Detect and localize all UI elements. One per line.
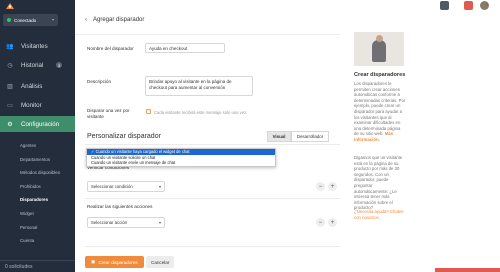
conditions-divider	[85, 198, 340, 199]
alert-icon[interactable]	[464, 1, 473, 10]
page-title: Agregar disparador	[93, 17, 145, 23]
section-divider	[85, 144, 340, 145]
sidebar-item-historial[interactable]: ◷ Historial 3	[0, 57, 75, 73]
help-text-2: Digamos que un visitante está en la pági…	[354, 155, 403, 211]
help-title: Crear disparadores	[354, 72, 406, 78]
logo-icon	[6, 3, 14, 9]
sidebar: Conectado ▾ 👥 Visitantes ◷ Historial 3 ▥…	[0, 0, 75, 272]
action-select[interactable]: Seleccionar acción ▾	[87, 217, 165, 228]
chevron-left-icon[interactable]: ‹	[85, 17, 87, 23]
gear-icon: ⚙	[7, 121, 13, 128]
footer-accent	[435, 268, 500, 272]
tab-visual[interactable]: Visual	[267, 131, 291, 142]
help-paragraph: Los disparadores le permiten crear accio…	[354, 81, 406, 137]
monitor-icon: ▭	[7, 102, 13, 109]
history-icon: ◷	[7, 62, 13, 69]
create-trigger-button[interactable]: ▣ Crear disparadores	[85, 256, 144, 268]
name-label: Nombre del disparador	[87, 46, 134, 51]
once-hint: Cada visitante recibirá este mensaje sol…	[154, 109, 248, 115]
sidebar-subitem-personal[interactable]: Personal	[20, 225, 37, 230]
dropdown-option[interactable]: Cuando un visitante envíe un mensaje de …	[87, 160, 275, 166]
sidebar-subitem-disparadores[interactable]: Disparadores	[20, 197, 48, 202]
once-label: Disparar una vez por visitante	[87, 108, 130, 119]
sidebar-item-label: Análisis	[21, 82, 43, 90]
sidebar-item-configuracion[interactable]: ⚙ Configuración	[0, 116, 75, 132]
count-badge: 3	[56, 62, 63, 68]
chevron-down-icon: ▾	[158, 184, 161, 189]
remove-condition-button[interactable]: −	[316, 182, 325, 191]
person-shape	[372, 40, 386, 62]
sidebar-subitem-metodos[interactable]: Métodos disponibles	[20, 170, 60, 175]
chevron-down-icon: ▾	[158, 220, 161, 225]
remove-action-button[interactable]: −	[316, 218, 325, 227]
help-illustration	[354, 32, 404, 66]
people-icon: 👥	[6, 43, 14, 50]
once-checkbox[interactable]	[146, 109, 151, 114]
sidebar-item-label: Configuración	[21, 120, 60, 128]
sidebar-item-label: Historial	[21, 61, 44, 69]
add-condition-button[interactable]: +	[328, 182, 337, 191]
sidebar-item-label: Monitor	[21, 101, 42, 109]
page-header: ‹ Agregar disparador	[85, 17, 144, 23]
description-textarea[interactable]: Brindar apoyo al visitante en la página …	[145, 76, 253, 96]
chart-icon: ▥	[7, 83, 13, 90]
add-action-button[interactable]: +	[328, 218, 337, 227]
requests-counter: 0 solicitudes	[0, 260, 75, 272]
create-trigger-label: Crear disparadores	[98, 259, 138, 265]
chat-help-link[interactable]: ¿Necesita ayuda? Chatee con nosotros.	[354, 209, 404, 220]
action-select-value: Seleccionar acción	[91, 220, 128, 225]
status-selector[interactable]: Conectado ▾	[3, 14, 58, 26]
chevron-down-icon: ▾	[51, 17, 54, 22]
main-panel: ‹ Agregar disparador Nombre del disparad…	[75, 12, 340, 272]
actions-divider	[85, 246, 340, 247]
sidebar-item-visitantes[interactable]: 👥 Visitantes	[0, 38, 75, 54]
sidebar-subitem-prohibidos[interactable]: Prohibidos	[20, 184, 41, 189]
sidebar-item-analisis[interactable]: ▥ Análisis	[0, 78, 75, 94]
trigger-dropdown: ✓ Cuando un visitante haya cargado el wi…	[86, 148, 276, 167]
notification-icon[interactable]	[440, 1, 449, 10]
header-divider	[75, 34, 340, 35]
section-title: Personalizar disparador	[87, 133, 161, 140]
sidebar-subitem-cuenta[interactable]: Cuenta	[20, 238, 34, 243]
sidebar-item-label: Visitantes	[21, 42, 48, 50]
condition-select-value: Seleccionar condición	[91, 184, 133, 189]
actions-label: Realizar las siguientes acciones	[87, 204, 153, 209]
sidebar-subitem-agentes[interactable]: Agentes	[20, 143, 36, 148]
sidebar-item-monitor[interactable]: ▭ Monitor	[0, 97, 75, 113]
sidebar-subitem-widget[interactable]: Widget	[20, 211, 34, 216]
description-label: Descripción	[87, 79, 111, 84]
top-bar	[75, 0, 500, 12]
tab-desarrollador[interactable]: Desarrollador	[291, 131, 329, 142]
status-label: Conectado	[14, 17, 37, 23]
sidebar-subitem-departamentos[interactable]: Departamentos	[20, 157, 50, 162]
condition-select[interactable]: Seleccionar condición ▾	[87, 181, 165, 192]
collapse-icon[interactable]: ›	[486, 2, 488, 8]
cancel-button[interactable]: Cancelar	[146, 256, 175, 268]
online-dot-icon	[7, 18, 11, 22]
help-text-1: Los disparadores le permiten crear accio…	[354, 81, 406, 143]
name-input[interactable]: Ayuda en checkout	[145, 43, 225, 53]
person-head-shape	[376, 35, 383, 42]
save-icon: ▣	[91, 259, 96, 264]
help-panel: Crear disparadores Los disparadores le p…	[340, 12, 500, 272]
